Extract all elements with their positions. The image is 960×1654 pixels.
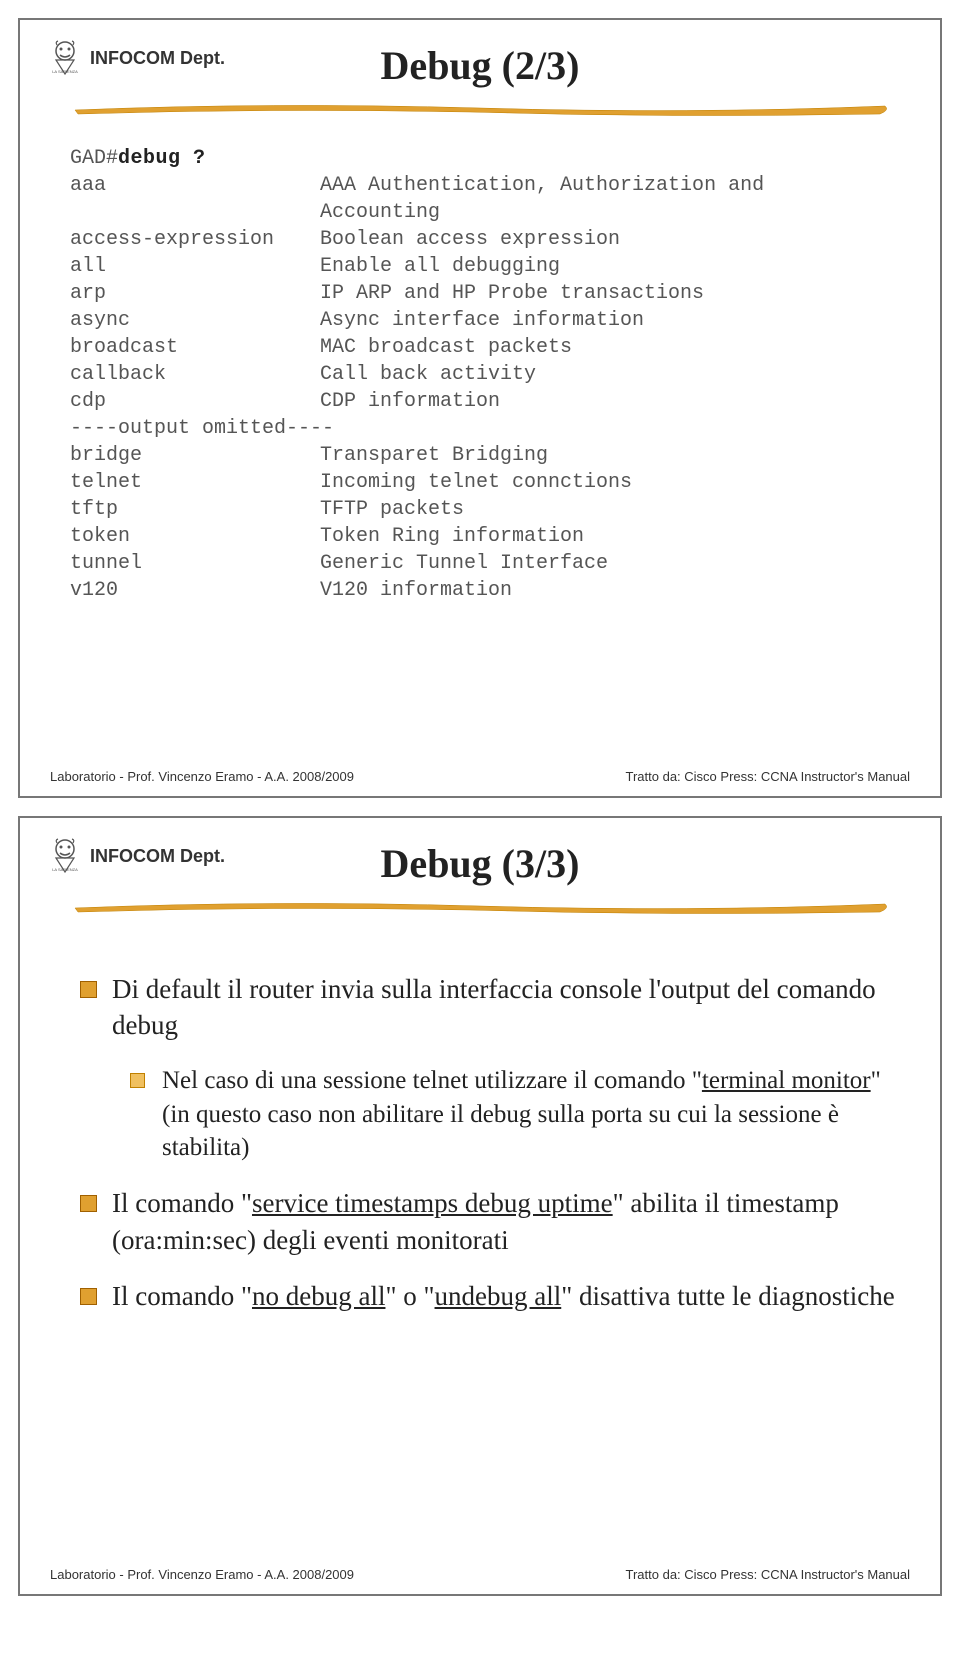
slide-2: LA SAPIENZA INFOCOM Dept. Debug (3/3) Di… [18, 816, 942, 1596]
footer-right: Tratto da: Cisco Press: CCNA Instructor'… [626, 769, 910, 784]
term-desc: Token Ring information [320, 523, 584, 550]
footer-left: Laboratorio - Prof. Vincenzo Eramo - A.A… [50, 1567, 354, 1582]
bullet-4: Il comando "no debug all" o "undebug all… [80, 1278, 900, 1314]
term-desc: IP ARP and HP Probe transactions [320, 280, 704, 307]
terminal-row: arpIP ARP and HP Probe transactions [70, 280, 890, 307]
term-key: v120 [70, 577, 320, 604]
term-desc: Incoming telnet connctions [320, 469, 632, 496]
terminal-row: broadcastMAC broadcast packets [70, 334, 890, 361]
underline-icon [70, 100, 890, 118]
underline-icon [70, 898, 890, 916]
footer-left: Laboratorio - Prof. Vincenzo Eramo - A.A… [50, 769, 354, 784]
slide-title: Debug (2/3) [381, 42, 580, 95]
term-key: telnet [70, 469, 320, 496]
terminal-row: bridgeTransparet Bridging [70, 442, 890, 469]
term-key: async [70, 307, 320, 334]
terminal-row: tunnelGeneric Tunnel Interface [70, 550, 890, 577]
term-desc: Enable all debugging [320, 253, 560, 280]
term-key: all [70, 253, 320, 280]
term-desc: MAC broadcast packets [320, 334, 572, 361]
terminal-row: tftpTFTP packets [70, 496, 890, 523]
term-key: cdp [70, 388, 320, 415]
terminal-row: tokenToken Ring information [70, 523, 890, 550]
slide-footer: Laboratorio - Prof. Vincenzo Eramo - A.A… [50, 1567, 910, 1582]
logo-icon: LA SAPIENZA [50, 838, 80, 874]
cmd-line: GAD#debug ? [70, 145, 890, 172]
svg-text:LA SAPIENZA: LA SAPIENZA [52, 867, 78, 872]
term-desc: V120 information [320, 577, 512, 604]
terminal-row: aaaAAA Authentication, Authorization and… [70, 172, 890, 226]
term-desc: Async interface information [320, 307, 644, 334]
term-desc: AAA Authentication, Authorization and Ac… [320, 172, 890, 226]
dept-label: INFOCOM Dept. [90, 846, 225, 867]
slide-footer: Laboratorio - Prof. Vincenzo Eramo - A.A… [50, 769, 910, 784]
term-key: tunnel [70, 550, 320, 577]
slide-1: LA SAPIENZA INFOCOM Dept. Debug (2/3) GA… [18, 18, 942, 798]
bullet-3: Il comando "service timestamps debug upt… [80, 1185, 900, 1258]
term-desc: Transparet Bridging [320, 442, 548, 469]
term-key: tftp [70, 496, 320, 523]
term-key: callback [70, 361, 320, 388]
omitted-line: ----output omitted---- [70, 415, 890, 442]
terminal-row: allEnable all debugging [70, 253, 890, 280]
bullet-1: Di default il router invia sulla interfa… [80, 971, 900, 1044]
slide-title: Debug (3/3) [381, 840, 580, 893]
terminal-row: callbackCall back activity [70, 361, 890, 388]
content-body: Di default il router invia sulla interfa… [50, 931, 910, 1314]
logo-icon: LA SAPIENZA [50, 40, 80, 76]
terminal-row: telnetIncoming telnet connctions [70, 469, 890, 496]
terminal-row: cdpCDP information [70, 388, 890, 415]
footer-right: Tratto da: Cisco Press: CCNA Instructor'… [626, 1567, 910, 1582]
term-key: aaa [70, 172, 320, 226]
terminal-output: GAD#debug ? aaaAAA Authentication, Autho… [50, 133, 910, 604]
term-desc: CDP information [320, 388, 500, 415]
term-key: bridge [70, 442, 320, 469]
term-desc: Boolean access expression [320, 226, 620, 253]
bullet-2: Nel caso di una sessione telnet utilizza… [100, 1064, 900, 1165]
dept-label: INFOCOM Dept. [90, 48, 225, 69]
term-desc: TFTP packets [320, 496, 464, 523]
term-key: access-expression [70, 226, 320, 253]
term-key: token [70, 523, 320, 550]
terminal-row: access-expressionBoolean access expressi… [70, 226, 890, 253]
term-desc: Generic Tunnel Interface [320, 550, 608, 577]
term-desc: Call back activity [320, 361, 536, 388]
term-key: arp [70, 280, 320, 307]
terminal-row: v120V120 information [70, 577, 890, 604]
term-key: broadcast [70, 334, 320, 361]
terminal-row: asyncAsync interface information [70, 307, 890, 334]
svg-text:LA SAPIENZA: LA SAPIENZA [52, 69, 78, 74]
